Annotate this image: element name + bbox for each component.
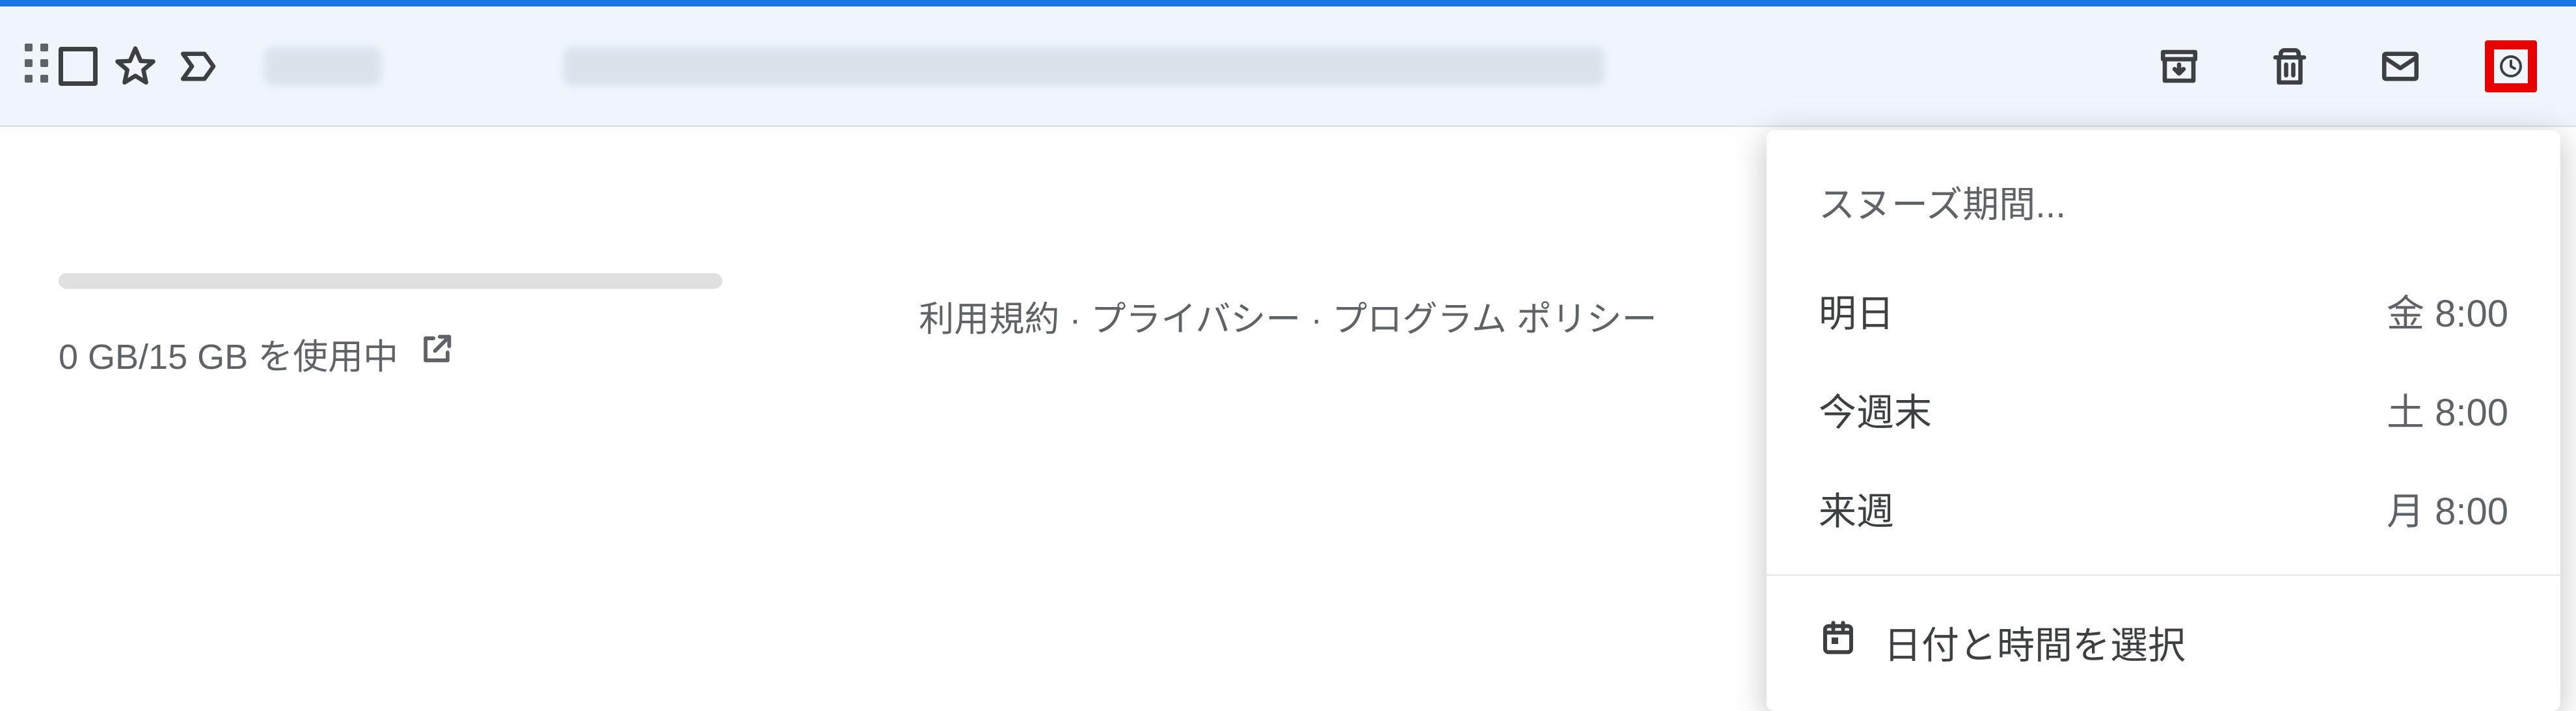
delete-button[interactable] bbox=[2264, 40, 2316, 92]
snooze-option-time: 金 8:00 bbox=[2387, 283, 2508, 338]
subject-redacted bbox=[563, 47, 1605, 86]
mail-row[interactable] bbox=[0, 0, 2576, 127]
storage-usage-bar bbox=[59, 273, 722, 289]
select-checkbox[interactable] bbox=[59, 47, 98, 86]
calendar-icon bbox=[1819, 618, 1858, 666]
snooze-option-label: 来週 bbox=[1819, 481, 1894, 535]
snooze-menu-header: スヌーズ期間... bbox=[1767, 156, 2560, 261]
storage-usage-text: 0 GB/15 GB を使用中 bbox=[59, 328, 398, 379]
snooze-option-label: 明日 bbox=[1819, 283, 1894, 338]
mark-unread-button[interactable] bbox=[2374, 40, 2426, 92]
important-marker-icon[interactable] bbox=[173, 40, 225, 92]
snooze-option-time: 月 8:00 bbox=[2387, 481, 2508, 535]
snooze-pick-label: 日付と時間を選択 bbox=[1884, 615, 2186, 669]
sender-redacted bbox=[264, 47, 381, 86]
snooze-pick-datetime[interactable]: 日付と時間を選択 bbox=[1767, 593, 2560, 691]
mail-hover-actions bbox=[2153, 40, 2537, 92]
archive-button[interactable] bbox=[2153, 40, 2205, 92]
star-icon[interactable] bbox=[109, 40, 161, 92]
mail-row-left-controls bbox=[0, 40, 225, 92]
snooze-option-label: 今週末 bbox=[1819, 382, 1932, 436]
snooze-option-time: 土 8:00 bbox=[2387, 382, 2508, 436]
footer-links: 利用規約 · プライバシー · プログラム ポリシー bbox=[919, 290, 1657, 342]
snooze-menu: スヌーズ期間... 明日 金 8:00 今週末 土 8:00 来週 月 8:00… bbox=[1767, 130, 2560, 711]
snooze-option-nextweek[interactable]: 来週 月 8:00 bbox=[1767, 459, 2560, 557]
open-in-new-icon[interactable] bbox=[418, 330, 455, 377]
snooze-button[interactable] bbox=[2485, 40, 2537, 92]
footer-link-privacy[interactable]: プライバシー bbox=[1091, 300, 1301, 339]
drag-handle-icon[interactable] bbox=[25, 44, 47, 89]
footer-link-program[interactable]: プログラム ポリシー bbox=[1332, 300, 1657, 339]
snooze-option-weekend[interactable]: 今週末 土 8:00 bbox=[1767, 360, 2560, 459]
footer-link-terms[interactable]: 利用規約 bbox=[919, 300, 1059, 339]
snooze-option-tomorrow[interactable]: 明日 金 8:00 bbox=[1767, 261, 2560, 360]
snooze-menu-divider bbox=[1767, 574, 2560, 576]
